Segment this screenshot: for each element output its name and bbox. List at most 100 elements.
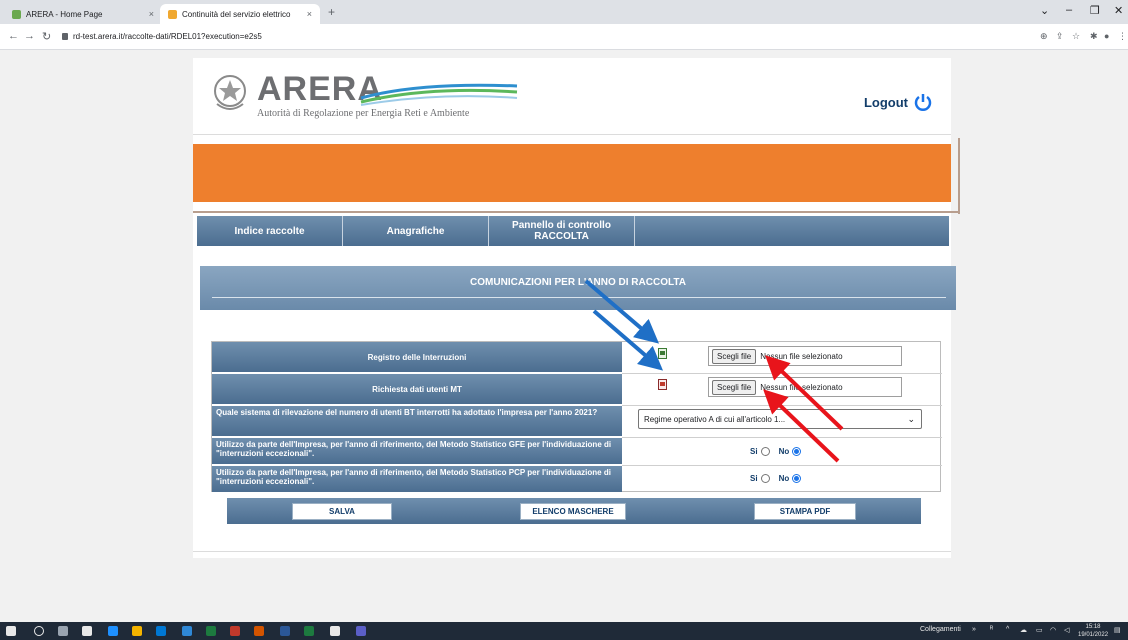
row-divider	[622, 405, 942, 406]
radio-pcp-si[interactable]	[760, 474, 770, 483]
teams-icon[interactable]	[356, 626, 366, 636]
windows-start-icon[interactable]	[6, 626, 16, 636]
taskbar-clock[interactable]: 15:18 19/01/2022	[1078, 623, 1108, 639]
chevron-down-icon: ⌄	[907, 414, 915, 424]
menu-item-indice-raccolte[interactable]: Indice raccolte	[197, 216, 343, 246]
extensions-icon[interactable]: ✱	[1090, 31, 1098, 42]
banner-border	[958, 138, 960, 214]
excel-icon[interactable]	[206, 626, 216, 636]
footer-divider	[193, 551, 951, 552]
republic-emblem-icon	[214, 75, 246, 110]
logout-button[interactable]: Logout	[864, 92, 933, 112]
row-divider	[622, 373, 942, 374]
people-icon[interactable]: ᴿ	[990, 626, 993, 633]
tab-title: Continuità del servizio elettrico	[182, 9, 291, 19]
banner-border	[193, 211, 960, 213]
radio-gfe-si[interactable]	[760, 447, 770, 456]
radio-label-no: No	[778, 474, 790, 483]
row-label-richiesta-mt: Richiesta dati utenti MT	[212, 374, 622, 404]
browser-tab-arera-home[interactable]: ARERA - Home Page ×	[4, 4, 162, 24]
battery-icon[interactable]: ▭	[1036, 626, 1043, 634]
row-label-metodo-gfe: Utilizzo da parte dell'Impresa, per l'an…	[212, 438, 622, 464]
document-icon[interactable]	[658, 379, 667, 390]
save-button[interactable]: SALVA	[292, 503, 392, 520]
profile-icon[interactable]: ●	[1104, 31, 1109, 41]
new-tab-button[interactable]: +	[328, 5, 335, 19]
close-window-icon[interactable]: ✕	[1114, 4, 1123, 17]
logout-label: Logout	[863, 94, 908, 110]
wifi-icon[interactable]: ◠	[1050, 626, 1056, 634]
file-status: Nessun file selezionato	[760, 382, 843, 392]
file-input-registro[interactable]: Scegli file Nessun file selezionato	[708, 346, 902, 366]
row-label-metodo-pcp: Utilizzo da parte dell'Impresa, per l'an…	[212, 466, 622, 492]
edge-icon[interactable]	[108, 626, 118, 636]
menu-item-anagrafiche[interactable]: Anagrafiche	[343, 216, 489, 246]
excel-document-icon[interactable]	[658, 348, 667, 359]
section-title: COMUNICAZIONI PER L'ANNO DI RACCOLTA	[470, 277, 686, 288]
menu-item-pannello-controllo[interactable]: Pannello di controllo RACCOLTA	[489, 216, 635, 246]
elenco-maschere-button[interactable]: ELENCO MASCHERE	[520, 503, 626, 520]
row-label-registro: Registro delle Interruzioni	[212, 342, 622, 372]
stampa-pdf-button[interactable]: STAMPA PDF	[754, 503, 856, 520]
word-icon[interactable]	[280, 626, 290, 636]
chevron-right-icon[interactable]: »	[972, 626, 976, 633]
share-icon[interactable]: ⇪	[1056, 31, 1064, 42]
arera-logo: ARERA Autorità di Regolazione per Energi…	[211, 72, 518, 119]
close-tab-icon[interactable]: ×	[149, 9, 154, 19]
mail-icon[interactable]	[82, 626, 92, 636]
logo-subtitle: Autorità di Regolazione per Energia Reti…	[257, 108, 470, 119]
file-explorer-icon[interactable]	[182, 626, 192, 636]
radio-label-no: No	[778, 447, 790, 456]
task-view-icon[interactable]	[58, 626, 68, 636]
tab-search-icon[interactable]: ⌄	[1040, 4, 1049, 17]
cloud-icon[interactable]: ☁	[1020, 626, 1027, 634]
row-divider	[622, 465, 942, 466]
clock-date: 19/01/2022	[1078, 632, 1109, 638]
main-menu: Indice raccolte Anagrafiche Pannello di …	[197, 216, 949, 246]
acrobat-icon[interactable]	[230, 626, 240, 636]
radio-gfe-no[interactable]	[792, 447, 802, 456]
chrome-icon[interactable]	[132, 626, 142, 636]
browser-tab-continuita[interactable]: Continuità del servizio elettrico ×	[160, 4, 320, 24]
network-label[interactable]: Collegamenti	[920, 626, 961, 633]
row-divider	[622, 437, 942, 438]
form-table: Registro delle Interruzioni Richiesta da…	[211, 341, 942, 492]
reload-icon[interactable]: ↻	[42, 30, 51, 43]
radio-pcp-no[interactable]	[792, 474, 802, 483]
bookmark-star-icon[interactable]: ☆	[1072, 31, 1080, 42]
section-header: COMUNICAZIONI PER L'ANNO DI RACCOLTA	[200, 266, 956, 310]
close-tab-icon[interactable]: ×	[307, 9, 312, 19]
notifications-icon[interactable]: ▤	[1114, 626, 1121, 634]
minimize-icon[interactable]: –	[1066, 4, 1072, 16]
choose-file-button[interactable]: Scegli file	[712, 379, 757, 395]
tray-up-icon[interactable]: ^	[1006, 626, 1009, 633]
menu-dots-icon[interactable]: ⋮	[1118, 31, 1127, 42]
excel-icon[interactable]	[304, 626, 314, 636]
calendar-icon[interactable]	[330, 626, 340, 636]
url-field[interactable]: rd-test.arera.it/raccolte-dati/RDEL01?ex…	[62, 32, 262, 41]
search-icon[interactable]	[34, 626, 44, 636]
file-input-richiesta-mt[interactable]: Scegli file Nessun file selezionato	[708, 377, 902, 397]
url-text: rd-test.arera.it/raccolte-dati/RDEL01?ex…	[73, 32, 262, 41]
lock-icon	[62, 33, 68, 40]
choose-file-button[interactable]: Scegli file	[712, 348, 757, 364]
forward-arrow-icon[interactable]: →	[24, 30, 35, 42]
action-bar: SALVA ELENCO MASCHERE STAMPA PDF	[227, 498, 921, 524]
file-status: Nessun file selezionato	[760, 351, 843, 361]
zoom-icon[interactable]: ⊕	[1040, 31, 1048, 42]
powerpoint-icon[interactable]	[254, 626, 264, 636]
back-arrow-icon[interactable]: ←	[8, 30, 19, 42]
orange-banner	[193, 144, 951, 202]
restore-icon[interactable]: ❐	[1090, 4, 1100, 17]
logo-waves-icon	[360, 83, 518, 106]
windows-taskbar: Collegamenti » ᴿ ^ ☁ ▭ ◠ ◁ 15:18 19/01/2…	[0, 622, 1128, 640]
address-bar: ← → ↻ rd-test.arera.it/raccolte-dati/RDE…	[0, 24, 1128, 50]
outlook-icon[interactable]	[156, 626, 166, 636]
browser-tab-strip: ARERA - Home Page × Continuità del servi…	[0, 0, 1128, 24]
radio-label-si: Si	[750, 474, 758, 483]
regime-select[interactable]: Regime operativo A di cui all'articolo 1…	[638, 409, 922, 429]
volume-icon[interactable]: ◁	[1064, 626, 1069, 634]
radio-label-si: Si	[750, 447, 758, 456]
radio-group-gfe: Si No	[750, 447, 810, 456]
clock-time: 15:18	[1085, 624, 1101, 630]
